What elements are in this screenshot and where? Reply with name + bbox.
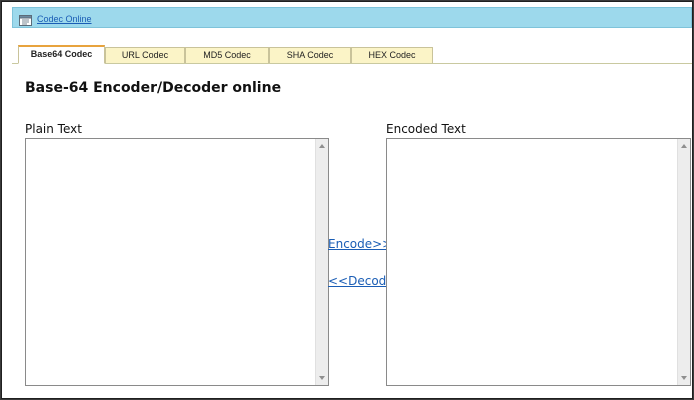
tab-url-codec[interactable]: URL Codec (105, 47, 185, 63)
tab-bar: Base64 Codec URL Codec MD5 Codec SHA Cod… (18, 45, 692, 64)
scroll-down-arrow-icon[interactable] (681, 376, 687, 380)
tab-hex-codec[interactable]: HEX Codec (351, 47, 433, 63)
scroll-up-arrow-icon[interactable] (319, 144, 325, 148)
browser-frame: Codec Online Base64 Codec URL Codec MD5 … (1, 1, 693, 399)
tab-divider (12, 63, 692, 64)
tab-sha-codec[interactable]: SHA Codec (269, 47, 351, 63)
plain-text-scrollbar[interactable] (315, 139, 328, 385)
plain-text-input[interactable] (26, 139, 316, 385)
page-title: Base-64 Encoder/Decoder online (25, 80, 282, 96)
plain-text-label: Plain Text (25, 122, 82, 136)
encoded-text-input[interactable] (387, 139, 678, 385)
main-content: Base64 Codec URL Codec MD5 Codec SHA Cod… (12, 28, 692, 398)
top-bar: Codec Online (12, 7, 692, 28)
tab-base64-codec[interactable]: Base64 Codec (18, 45, 105, 64)
encoded-text-scrollbar[interactable] (677, 139, 690, 385)
scroll-up-arrow-icon[interactable] (681, 144, 687, 148)
encoded-text-box (386, 138, 691, 386)
encoded-text-label: Encoded Text (386, 122, 466, 136)
site-home-link[interactable]: Codec Online (37, 14, 92, 24)
encode-link[interactable]: Encode>> (328, 237, 392, 251)
scroll-down-arrow-icon[interactable] (319, 376, 325, 380)
decode-link[interactable]: <<Decode (328, 274, 394, 288)
plain-text-box (25, 138, 329, 386)
window-icon (19, 11, 33, 26)
tab-md5-codec[interactable]: MD5 Codec (185, 47, 269, 63)
